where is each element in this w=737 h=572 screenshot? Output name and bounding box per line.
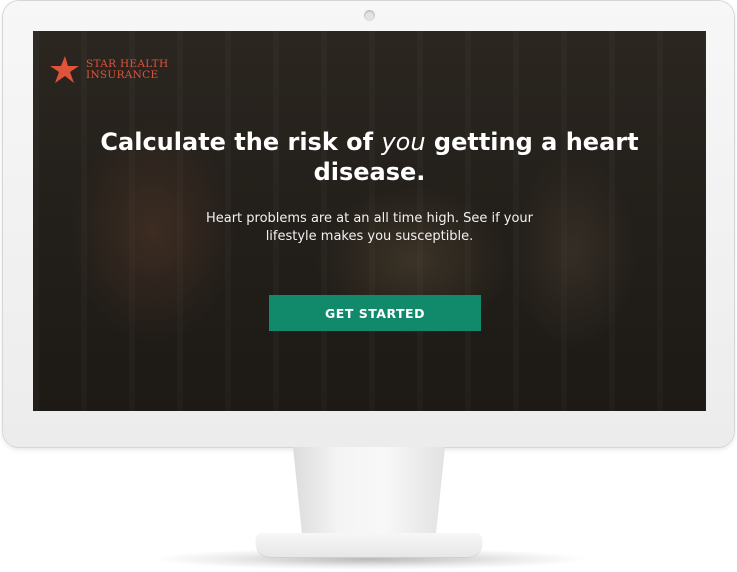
get-started-button[interactable]: GET STARTED: [269, 295, 481, 331]
headline-emphasis: you: [381, 128, 426, 156]
brand-logo[interactable]: STAR HEALTH INSURANCE: [48, 55, 168, 85]
camera-icon: [364, 10, 375, 21]
hero-headline: Calculate the risk of you getting a hear…: [93, 127, 646, 187]
monitor-stand-neck: [293, 447, 445, 535]
hero-subtext: Heart problems are at an all time high. …: [205, 211, 534, 244]
monitor-stand-base: [256, 533, 482, 557]
landing-page-screen: STAR HEALTH INSURANCE Calculate the risk…: [33, 31, 706, 411]
brand-name: STAR HEALTH INSURANCE: [86, 59, 168, 81]
star-icon: [50, 56, 79, 83]
headline-part-1: Calculate the risk of: [100, 128, 382, 156]
monitor-frame: STAR HEALTH INSURANCE Calculate the risk…: [3, 1, 734, 447]
brand-name-line2: INSURANCE: [86, 69, 159, 81]
